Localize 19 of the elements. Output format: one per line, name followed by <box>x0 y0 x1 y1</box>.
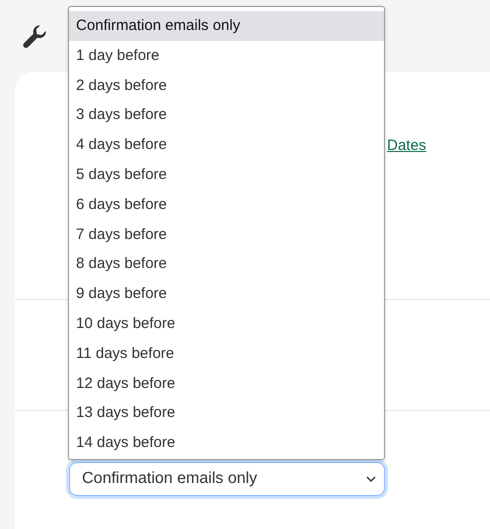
dropdown-option[interactable]: 4 days before <box>69 130 384 160</box>
chevron-down-icon <box>366 476 376 482</box>
dropdown-option[interactable]: Confirmation emails only <box>69 11 384 41</box>
dropdown-option[interactable]: 5 days before <box>69 160 384 190</box>
select-field[interactable]: Confirmation emails only <box>69 462 385 496</box>
dropdown-option[interactable]: 7 days before <box>69 220 384 250</box>
dropdown-option[interactable]: 6 days before <box>69 190 384 220</box>
link[interactable]: Dates <box>387 137 426 154</box>
dropdown-option[interactable]: 13 days before <box>69 398 384 428</box>
dropdown-option[interactable]: 11 days before <box>69 338 384 369</box>
dropdown-option[interactable]: 14 days before <box>69 428 384 458</box>
dropdown-option[interactable]: 3 days before <box>69 100 384 130</box>
dropdown-option[interactable]: 9 days before <box>69 279 384 309</box>
dropdown-option[interactable]: 1 day before <box>69 40 384 71</box>
dropdown-option[interactable]: 2 days before <box>69 70 384 100</box>
dropdown-option[interactable]: 10 days before <box>69 308 384 339</box>
dropdown-option[interactable]: 8 days before <box>69 249 384 280</box>
wrench-icon <box>22 25 48 51</box>
dropdown-option[interactable]: 12 days before <box>69 368 384 398</box>
